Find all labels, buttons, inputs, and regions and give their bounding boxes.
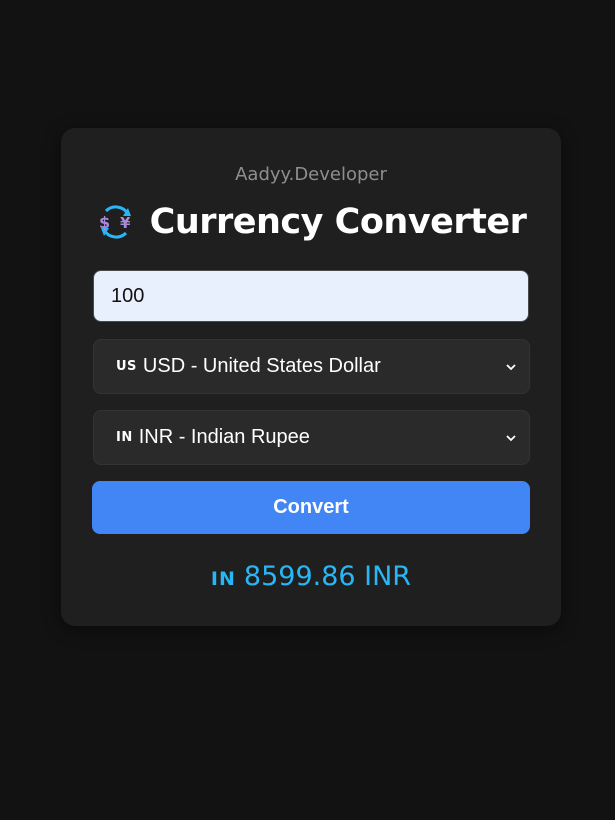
from-flag: US (116, 359, 137, 374)
converter-card: Aadyy.Developer $ ¥ Currency Converter U… (61, 128, 561, 626)
svg-text:¥: ¥ (120, 214, 131, 232)
result-value: 8599.86 INR (243, 561, 412, 592)
title-row: $ ¥ Currency Converter (61, 200, 561, 244)
from-currency-select[interactable]: US USD - United States Dollar (93, 339, 530, 394)
chevron-down-icon (506, 434, 516, 441)
currency-exchange-icon: $ ¥ (99, 205, 131, 239)
from-currency-label: USD - United States Dollar (142, 355, 381, 377)
chevron-down-icon (506, 363, 516, 370)
amount-input[interactable] (93, 270, 529, 322)
result-flag: IN (210, 568, 236, 590)
to-flag: IN (116, 430, 133, 445)
to-currency-label: INR - Indian Rupee (138, 426, 310, 448)
result-display: IN 8599.86 INR (61, 561, 561, 592)
to-currency-select[interactable]: IN INR - Indian Rupee (93, 410, 530, 465)
svg-text:$: $ (99, 213, 110, 232)
convert-button[interactable]: Convert (92, 481, 530, 534)
page-title: Currency Converter (149, 202, 527, 242)
brand-label: Aadyy.Developer (235, 164, 387, 185)
